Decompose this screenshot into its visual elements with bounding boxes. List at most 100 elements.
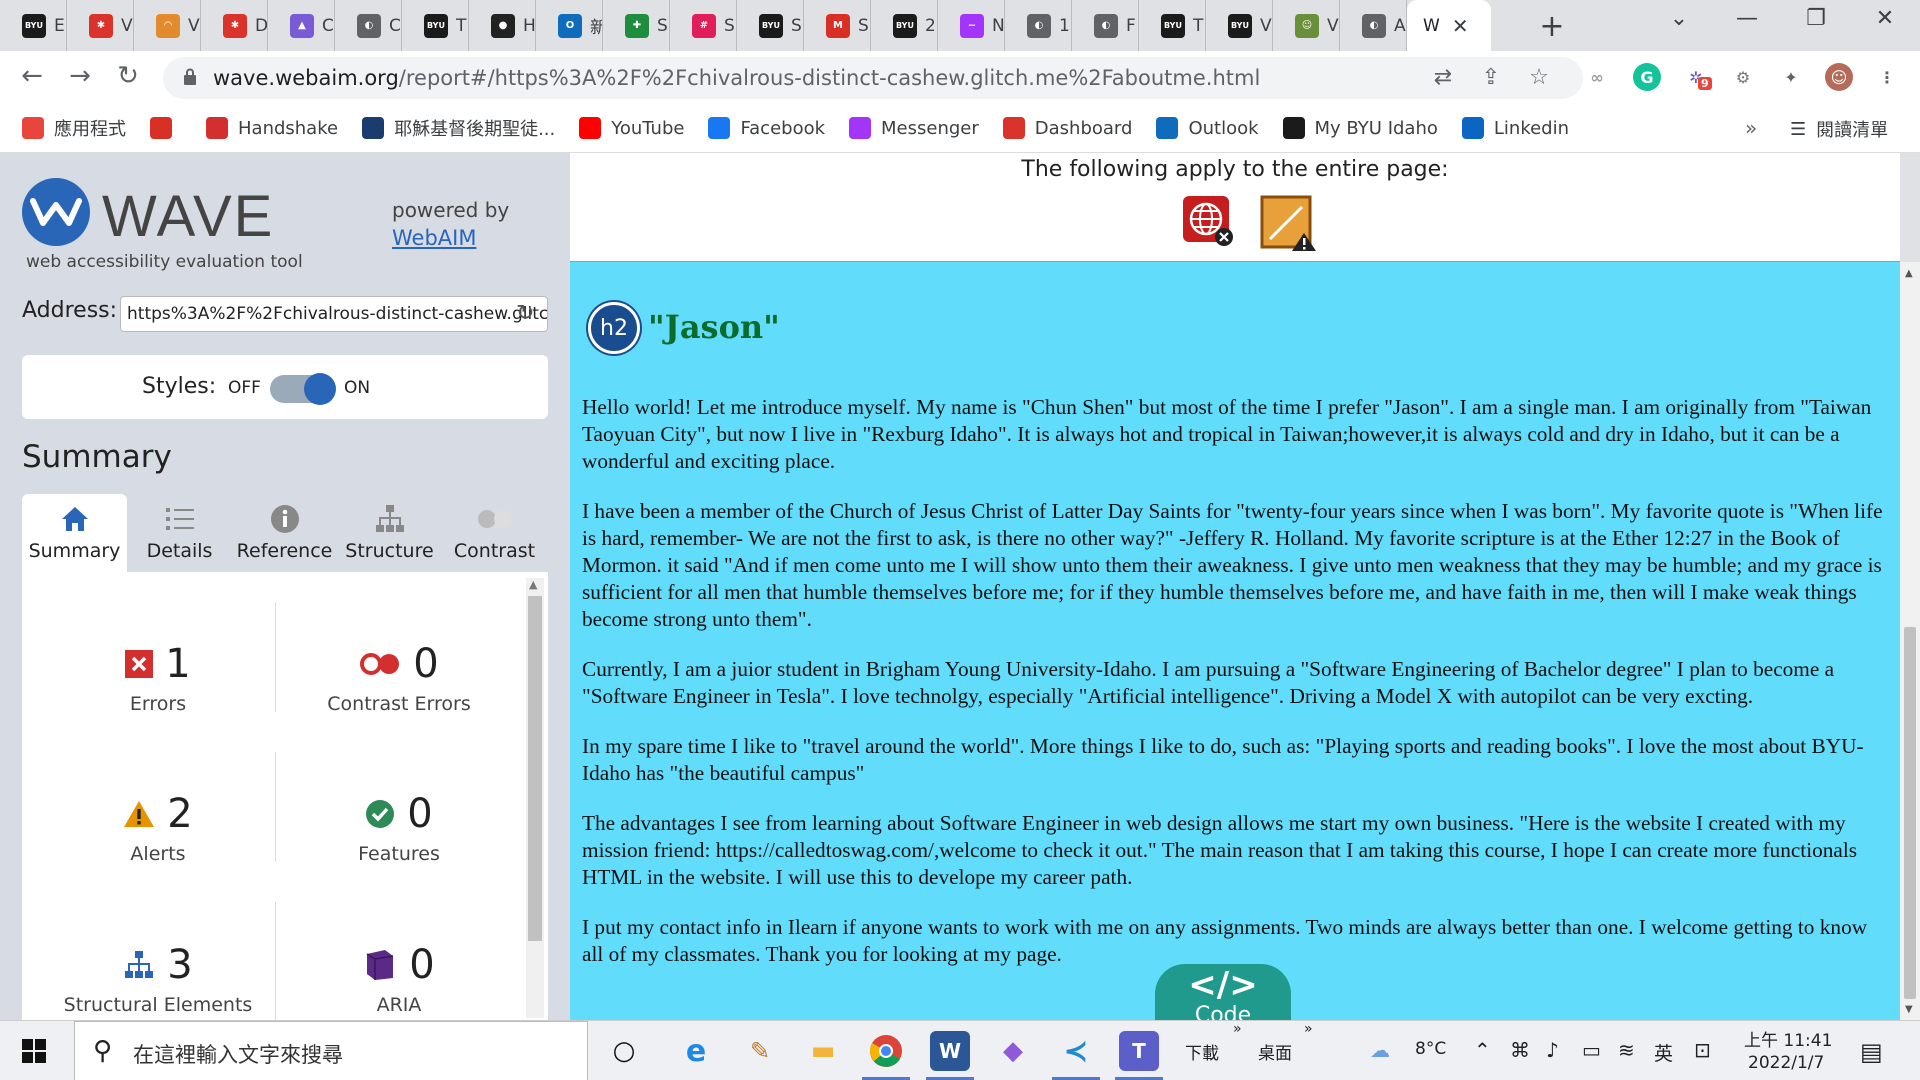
page-scroll-thumb[interactable] bbox=[1904, 627, 1916, 999]
bookmark-item[interactable] bbox=[150, 117, 182, 139]
browser-tab[interactable]: ◐ 1 bbox=[1005, 0, 1072, 51]
bookmark-item[interactable]: Handshake bbox=[206, 117, 338, 139]
share-icon[interactable]: ⇪ bbox=[1476, 65, 1506, 90]
lock-icon[interactable] bbox=[183, 68, 197, 86]
file-explorer-icon[interactable]: ▬ bbox=[803, 1031, 843, 1071]
browser-tab[interactable]: O新 bbox=[536, 0, 603, 51]
internet-explorer-icon[interactable]: e bbox=[676, 1031, 716, 1071]
page-scrollbar[interactable]: ▲ ▼ bbox=[1900, 262, 1920, 1020]
contrast-errors-stat[interactable]: 0 Contrast Errors bbox=[279, 639, 519, 715]
h2-structure-icon[interactable]: h2 bbox=[588, 302, 640, 354]
tab-close-icon[interactable]: ✕ bbox=[1452, 14, 1469, 38]
code-toggle-button[interactable]: </> Code bbox=[1155, 964, 1291, 1020]
bookmark-star-icon[interactable]: ☆ bbox=[1524, 65, 1554, 90]
extensions-puzzle-icon[interactable]: ✦ bbox=[1777, 63, 1805, 91]
browser-tab-active[interactable]: W ✕ bbox=[1407, 0, 1491, 51]
browser-tab[interactable]: ◐ F bbox=[1072, 0, 1139, 51]
url-text[interactable]: wave.webaim.org/report#/https%3A%2F%2Fch… bbox=[213, 66, 1260, 90]
toolbar-expand-icon[interactable]: » bbox=[1233, 1021, 1242, 1037]
scroll-down-icon[interactable]: ▼ bbox=[1905, 1004, 1913, 1015]
weather-icon[interactable]: ☁ bbox=[1370, 1038, 1390, 1062]
bookmarks-overflow-icon[interactable]: » bbox=[1745, 116, 1757, 140]
minimize-button[interactable]: — bbox=[1727, 6, 1767, 31]
browser-tab[interactable]: BYU E bbox=[0, 0, 67, 51]
toolbar-expand-icon[interactable]: » bbox=[1304, 1021, 1313, 1037]
tab-summary[interactable]: Summary bbox=[22, 494, 127, 572]
extension-badge-icon[interactable]: ✲ 9 bbox=[1682, 63, 1712, 91]
clock-date[interactable]: 2022/1/7 bbox=[1748, 1053, 1824, 1073]
browser-tab[interactable]: MS bbox=[804, 0, 871, 51]
tab-search-icon[interactable]: ⌄ bbox=[1659, 6, 1699, 31]
menu-kebab-icon[interactable]: ⋮ bbox=[1873, 63, 1901, 91]
aria-stat[interactable]: 0 ARIA bbox=[279, 940, 519, 1016]
wifi-icon[interactable]: ≋ bbox=[1618, 1038, 1635, 1062]
grammarly-icon[interactable]: G bbox=[1633, 63, 1661, 91]
settings-gear-icon[interactable]: ⚙ bbox=[1729, 63, 1757, 91]
meet-now-icon[interactable]: ⌘ bbox=[1510, 1038, 1530, 1062]
clock-time[interactable]: 上午 11:41 bbox=[1744, 1026, 1832, 1051]
bookmark-item[interactable]: 耶穌基督後期聖徒... bbox=[362, 115, 555, 141]
toggle-knob[interactable] bbox=[304, 373, 336, 405]
git-kraken-icon[interactable]: ◆ bbox=[993, 1031, 1033, 1071]
reload-button[interactable]: ↻ bbox=[110, 61, 146, 91]
browser-tab[interactable]: BYU T bbox=[402, 0, 469, 51]
features-stat[interactable]: 0 Features bbox=[279, 789, 519, 865]
address-input[interactable]: https%3A%2F%2Fchivalrous-distinct-cashew… bbox=[120, 296, 548, 332]
errors-stat[interactable]: 1 Errors bbox=[38, 639, 278, 715]
window-close-button[interactable]: ✕ bbox=[1865, 6, 1905, 31]
browser-tab[interactable]: ✱ D bbox=[201, 0, 268, 51]
browser-tab[interactable]: BYU T bbox=[1139, 0, 1206, 51]
browser-tab[interactable]: ✚ S bbox=[603, 0, 670, 51]
browser-tab[interactable]: ✱ V bbox=[67, 0, 134, 51]
structural-stat[interactable]: 3 Structural Elements bbox=[38, 940, 278, 1016]
forward-button[interactable]: → bbox=[62, 61, 98, 91]
cortana-icon[interactable]: ○ bbox=[604, 1031, 644, 1071]
word-icon[interactable]: W bbox=[930, 1031, 970, 1071]
tab-reference[interactable]: Reference bbox=[232, 494, 337, 572]
new-tab-button[interactable]: + bbox=[1535, 9, 1569, 44]
restore-button[interactable]: ❐ bbox=[1796, 6, 1836, 31]
battery-icon[interactable]: ▭ bbox=[1582, 1038, 1601, 1062]
extension-icon[interactable]: ∞ bbox=[1583, 63, 1611, 91]
bookmark-item[interactable]: 應用程式 bbox=[22, 115, 126, 141]
temperature[interactable]: 8°C bbox=[1415, 1039, 1446, 1059]
webaim-link[interactable]: WebAIM bbox=[392, 226, 476, 250]
styles-toggle[interactable] bbox=[270, 373, 336, 405]
bookmark-item[interactable]: Messenger bbox=[849, 117, 979, 139]
taskbar-search[interactable]: ⚲ 在這裡輸入文字來搜尋 bbox=[74, 1021, 588, 1080]
chrome-icon[interactable] bbox=[866, 1031, 906, 1071]
browser-tab[interactable]: BYU 2 bbox=[871, 0, 938, 51]
alerts-stat[interactable]: 2 Alerts bbox=[38, 789, 278, 865]
downloads-toolbar[interactable]: 下載 bbox=[1185, 1039, 1219, 1064]
no-heading-alert-icon[interactable] bbox=[1260, 195, 1318, 253]
translate-icon[interactable]: ⇄ bbox=[1428, 65, 1458, 90]
profile-avatar[interactable]: ☺ bbox=[1825, 63, 1853, 91]
teams-icon[interactable]: T bbox=[1119, 1031, 1159, 1071]
browser-tab[interactable]: ~ N bbox=[938, 0, 1005, 51]
browser-tab[interactable]: ◐ A bbox=[1340, 0, 1407, 51]
vscode-icon[interactable]: ≺ bbox=[1056, 1031, 1096, 1071]
tab-structure[interactable]: Structure bbox=[337, 494, 442, 572]
browser-tab[interactable]: ◠ V bbox=[134, 0, 201, 51]
paint-icon[interactable]: ✎ bbox=[740, 1031, 780, 1071]
browser-tab[interactable]: ◐ C bbox=[335, 0, 402, 51]
address-bar[interactable]: wave.webaim.org/report#/https%3A%2F%2Fch… bbox=[163, 57, 1583, 99]
browser-tab[interactable]: ☺ V bbox=[1273, 0, 1340, 51]
bookmark-item[interactable]: YouTube bbox=[579, 117, 684, 139]
bookmark-item[interactable]: Outlook bbox=[1156, 117, 1259, 139]
browser-tab[interactable]: ▲ C bbox=[268, 0, 335, 51]
panel-scroll-thumb[interactable] bbox=[528, 596, 542, 941]
bookmark-item[interactable]: Linkedin bbox=[1461, 117, 1569, 139]
reading-list-button[interactable]: ☰ 閱讀清單 bbox=[1790, 116, 1888, 142]
desktop-toolbar[interactable]: 桌面 bbox=[1258, 1039, 1292, 1064]
browser-tab[interactable]: ● H bbox=[469, 0, 536, 51]
ime-mode-icon[interactable]: ⊡ bbox=[1694, 1038, 1711, 1062]
chevron-up-icon[interactable]: ⌃ bbox=[1474, 1038, 1491, 1062]
browser-tab[interactable]: BYU V bbox=[1206, 0, 1273, 51]
browser-tab[interactable]: # S bbox=[670, 0, 737, 51]
notification-icon[interactable]: ▤ bbox=[1860, 1038, 1883, 1066]
input-method[interactable]: 英 bbox=[1654, 1039, 1673, 1066]
refresh-icon[interactable]: ↻ bbox=[516, 301, 534, 326]
volume-muted-icon[interactable]: ♪ bbox=[1546, 1038, 1559, 1062]
language-error-icon[interactable] bbox=[1182, 195, 1234, 247]
